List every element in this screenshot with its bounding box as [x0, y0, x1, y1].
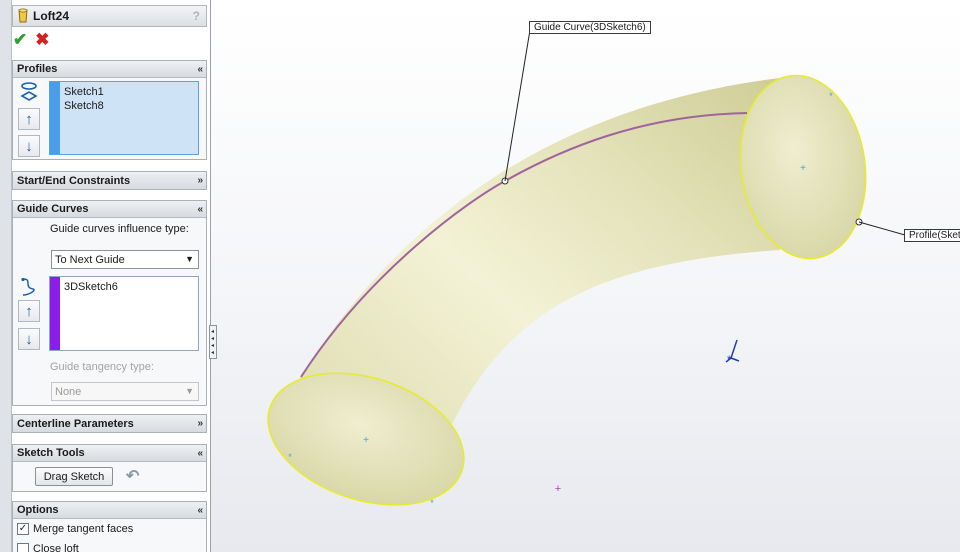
sketch-tools-header[interactable]: Sketch Tools «: [13, 445, 206, 462]
dropdown-arrow-icon: ▼: [185, 254, 194, 264]
sketch-point-marker: +: [800, 163, 806, 174]
guide-curves-list[interactable]: 3DSketch6: [49, 276, 199, 351]
centerline-title: Centerline Parameters: [17, 417, 134, 430]
collapse-chevron-icon[interactable]: «: [197, 448, 202, 459]
merge-tangent-faces-label: Merge tangent faces: [33, 523, 134, 535]
move-up-button[interactable]: ↑: [18, 108, 40, 130]
guide-curves-title: Guide Curves: [17, 203, 89, 215]
sketch-tools-title: Sketch Tools: [17, 447, 85, 459]
guide-curve-icon: [21, 277, 35, 296]
guide-curve-callout[interactable]: Guide Curve(3DSketch6): [529, 21, 651, 34]
move-down-button[interactable]: ↓: [18, 135, 40, 157]
profiles-list[interactable]: Sketch1 Sketch8: [49, 81, 199, 155]
undo-sketch-drag-icon[interactable]: ↶: [126, 466, 139, 486]
expand-chevron-icon[interactable]: »: [197, 418, 202, 429]
property-manager: Loft24 ? ✔ ✖ Profiles « ↑ ↓ Sketch1 Sket…: [0, 0, 211, 552]
start-end-section: Start/End Constraints »: [12, 171, 207, 190]
feature-title: Loft24: [33, 9, 69, 23]
profiles-title: Profiles: [17, 63, 58, 75]
ok-cancel-row: ✔ ✖: [13, 30, 50, 50]
dropdown-arrow-icon: ▼: [185, 386, 194, 396]
help-icon[interactable]: ?: [193, 9, 200, 23]
checkbox-box[interactable]: ✓: [17, 523, 29, 535]
collapse-chevron-icon[interactable]: «: [197, 204, 202, 215]
options-title: Options: [17, 504, 59, 516]
collapse-chevron-icon[interactable]: «: [197, 505, 202, 516]
tangency-type-select[interactable]: None ▼: [51, 382, 199, 401]
start-end-title: Start/End Constraints: [17, 174, 131, 187]
sketch-point-marker: +: [363, 435, 369, 446]
profile-callout-leader: [858, 221, 906, 236]
guide-curves-section: Guide Curves « Guide curves influence ty…: [12, 200, 207, 406]
list-item[interactable]: Sketch1: [64, 85, 104, 99]
triad-axis-icon: *: [725, 339, 740, 366]
collapse-chevron-icon[interactable]: «: [197, 64, 202, 75]
merge-tangent-faces-checkbox[interactable]: ✓ Merge tangent faces: [17, 523, 133, 535]
sketch-point-marker: *: [829, 91, 833, 101]
svg-text:*: *: [727, 354, 732, 366]
sketch-tools-section: Sketch Tools « Drag Sketch ↶: [12, 444, 207, 492]
influence-type-select[interactable]: To Next Guide ▼: [51, 250, 199, 269]
centerline-header[interactable]: Centerline Parameters »: [13, 415, 206, 432]
sketch-point-marker: +: [555, 483, 561, 495]
centerline-section: Centerline Parameters »: [12, 414, 207, 433]
list-item[interactable]: 3DSketch6: [64, 280, 118, 294]
expand-chevron-icon[interactable]: »: [197, 175, 202, 186]
guide-curves-header[interactable]: Guide Curves «: [13, 201, 206, 218]
influence-type-label: Guide curves influence type:: [50, 223, 189, 235]
checkbox-box[interactable]: [17, 543, 29, 552]
move-up-button[interactable]: ↑: [18, 300, 40, 322]
profile-callout[interactable]: Profile(Sketch8): [904, 229, 960, 242]
ok-check-icon[interactable]: ✔: [13, 30, 27, 50]
cancel-x-icon[interactable]: ✖: [35, 30, 49, 50]
feature-title-bar: Loft24 ?: [12, 5, 207, 27]
guide-color-bar: [50, 277, 60, 350]
profiles-color-bar: [50, 82, 60, 154]
options-header[interactable]: Options «: [13, 502, 206, 519]
influence-type-value: To Next Guide: [55, 253, 125, 266]
close-loft-label: Close loft: [33, 543, 79, 552]
options-section: Options « ✓ Merge tangent faces Close lo…: [12, 501, 207, 552]
close-loft-checkbox[interactable]: Close loft: [17, 543, 79, 552]
profiles-section: Profiles « ↑ ↓ Sketch1 Sketch8: [12, 60, 207, 160]
graphics-viewport[interactable]: + + + * * * *: [212, 0, 960, 552]
drag-sketch-button[interactable]: Drag Sketch: [35, 467, 113, 486]
list-item[interactable]: Sketch8: [64, 99, 104, 113]
tangency-type-label: Guide tangency type:: [50, 361, 154, 373]
profiles-header[interactable]: Profiles «: [13, 61, 206, 78]
sketch-point-marker: *: [288, 452, 292, 462]
sketch-point-marker: *: [430, 498, 434, 508]
move-down-button[interactable]: ↓: [18, 328, 40, 350]
loft-icon: [18, 8, 28, 23]
tangency-type-value: None: [55, 385, 82, 398]
start-end-header[interactable]: Start/End Constraints »: [13, 172, 206, 189]
profiles-icon: [20, 82, 38, 101]
